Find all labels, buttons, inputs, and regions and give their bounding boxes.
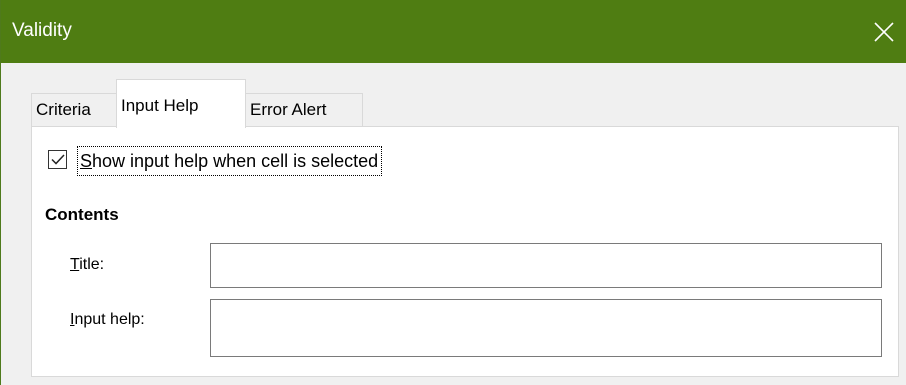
show-input-help-label: Show input help when cell is selected <box>77 146 383 176</box>
close-button[interactable] <box>861 0 906 63</box>
input-help-panel: Show input help when cell is selected Co… <box>31 126 899 377</box>
input-help-label-text: nput help: <box>74 311 145 328</box>
tab-error-alert[interactable]: Error Alert <box>245 93 363 126</box>
close-icon <box>874 22 894 42</box>
title-bar[interactable]: Validity <box>1 0 906 63</box>
title-label: Title: <box>70 255 104 275</box>
input-help-label: Input help: <box>70 310 145 330</box>
input-help-textarea[interactable] <box>210 299 882 357</box>
show-input-help-text: how input help when cell is selected <box>92 151 379 171</box>
tab-criteria[interactable]: Criteria <box>31 93 117 126</box>
show-input-help-mnemonic: S <box>80 151 93 171</box>
title-label-text: itle: <box>79 256 105 273</box>
title-label-mnemonic: T <box>70 256 80 273</box>
check-icon <box>51 154 65 165</box>
validity-dialog: Validity Criteria Input Help Error Alert… <box>0 0 906 385</box>
title-input[interactable] <box>210 243 882 288</box>
window-title: Validity <box>12 20 72 41</box>
contents-heading: Contents <box>45 205 119 224</box>
tab-input-help[interactable]: Input Help <box>116 79 246 128</box>
checkbox-box[interactable] <box>48 150 67 169</box>
